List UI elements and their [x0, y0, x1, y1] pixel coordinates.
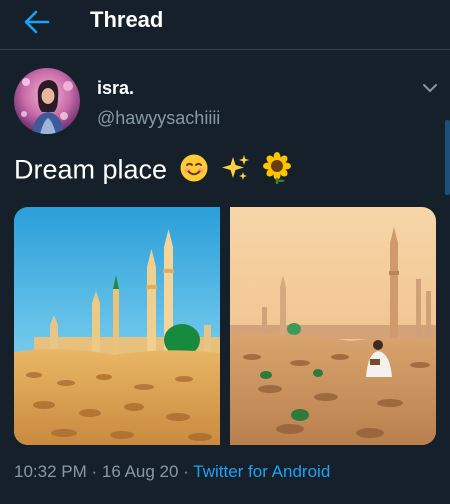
- top-bar: Thread: [0, 0, 450, 50]
- avatar[interactable]: [14, 68, 80, 134]
- author-name[interactable]: isra.: [97, 78, 134, 99]
- smiling-face-icon: [179, 153, 209, 190]
- tweet-source-link[interactable]: Twitter for Android: [193, 462, 330, 481]
- tweet-media: [14, 207, 436, 445]
- mosque-photo-1[interactable]: [14, 207, 220, 445]
- tweet-date: 16 Aug 20: [101, 462, 179, 481]
- chevron-down-icon[interactable]: [420, 80, 440, 96]
- scroll-indicator: [445, 120, 450, 195]
- sunflower-icon: [262, 152, 292, 191]
- tweet-text-line: Dream place: [14, 152, 292, 191]
- tweet-metadata: 10:32 PM · 16 Aug 20 · Twitter for Andro…: [14, 462, 330, 482]
- back-arrow-icon[interactable]: [20, 8, 52, 36]
- author-handle[interactable]: @hawyysachiiii: [97, 108, 220, 129]
- sparkles-icon: [220, 153, 250, 190]
- meta-separator: ·: [86, 462, 102, 481]
- tweet-text: Dream place: [14, 154, 168, 185]
- tweet-time: 10:32 PM: [14, 462, 87, 481]
- mosque-photo-2[interactable]: [230, 207, 436, 445]
- meta-separator: ·: [178, 462, 194, 481]
- page-title: Thread: [90, 7, 164, 32]
